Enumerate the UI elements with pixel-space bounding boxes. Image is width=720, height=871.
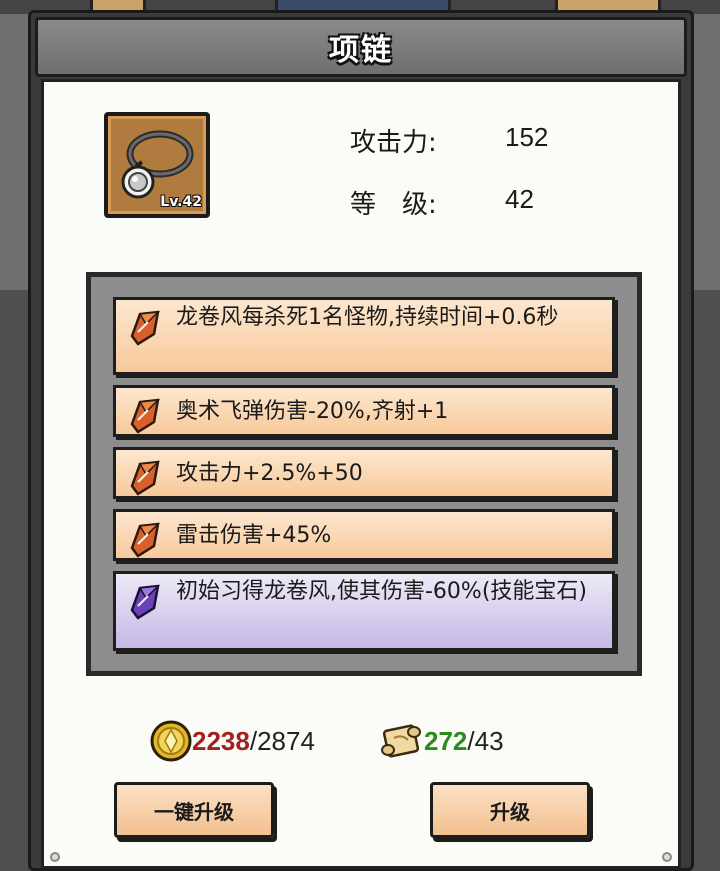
scroll-current: 272 [424,725,468,756]
upgrade-button[interactable]: 升级 [430,782,590,838]
screw-icon [662,852,672,862]
scroll-cost: 272 /43 [378,720,504,762]
item-detail-content: Lv.42 攻击力: 152 等 级: 42 龙卷风每杀死1名怪物,持续时间+0… [41,79,681,869]
effect-text: 攻击力+2.5%+50 [176,461,363,486]
effect-text: 龙卷风每杀死1名怪物,持续时间+0.6秒 [176,305,559,330]
item-detail-panel: 项链 Lv.42 攻击力: 152 等 级: 42 龙卷风每杀死1名怪物,持续时… [28,10,694,871]
one-click-upgrade-button[interactable]: 一键升级 [114,782,274,838]
item-title: 项链 [329,33,393,68]
scroll-required: /43 [467,725,504,756]
screw-icon [50,852,60,862]
scroll-icon [381,724,421,758]
level-value: 42 [505,184,534,214]
effects-list: 龙卷风每杀死1名怪物,持续时间+0.6秒 奥术飞弹伤害-20%,齐射+1 攻击力… [86,272,642,676]
attack-label: 攻击力: [350,128,437,158]
purple-gem-icon [130,584,161,620]
effect-item: 雷击伤害+45% [113,509,615,561]
effect-item: 奥术飞弹伤害-20%,齐射+1 [113,385,615,437]
effect-text: 初始习得龙卷风,使其伤害-60%(技能宝石) [176,579,587,604]
attack-value: 152 [505,122,549,152]
gold-required: /2874 [249,725,315,756]
item-level-badge: Lv.42 [160,194,202,210]
level-label: 等 级: [350,190,437,220]
effect-text: 奥术飞弹伤害-20%,齐射+1 [176,399,449,424]
gold-cost: 2238 /2874 [150,720,315,762]
title-bar: 项链 [35,17,687,77]
effect-text: 雷击伤害+45% [176,523,332,548]
item-icon-frame[interactable]: Lv.42 [104,112,210,218]
orange-gem-icon [130,522,161,558]
gold-current: 2238 [192,725,250,756]
effect-item-skill-gem: 初始习得龙卷风,使其伤害-60%(技能宝石) [113,571,615,651]
effect-item: 攻击力+2.5%+50 [113,447,615,499]
orange-gem-icon [130,460,161,496]
orange-gem-icon [130,398,161,434]
effect-item: 龙卷风每杀死1名怪物,持续时间+0.6秒 [113,297,615,375]
gold-coin-icon [150,720,192,762]
orange-gem-icon [130,310,161,346]
